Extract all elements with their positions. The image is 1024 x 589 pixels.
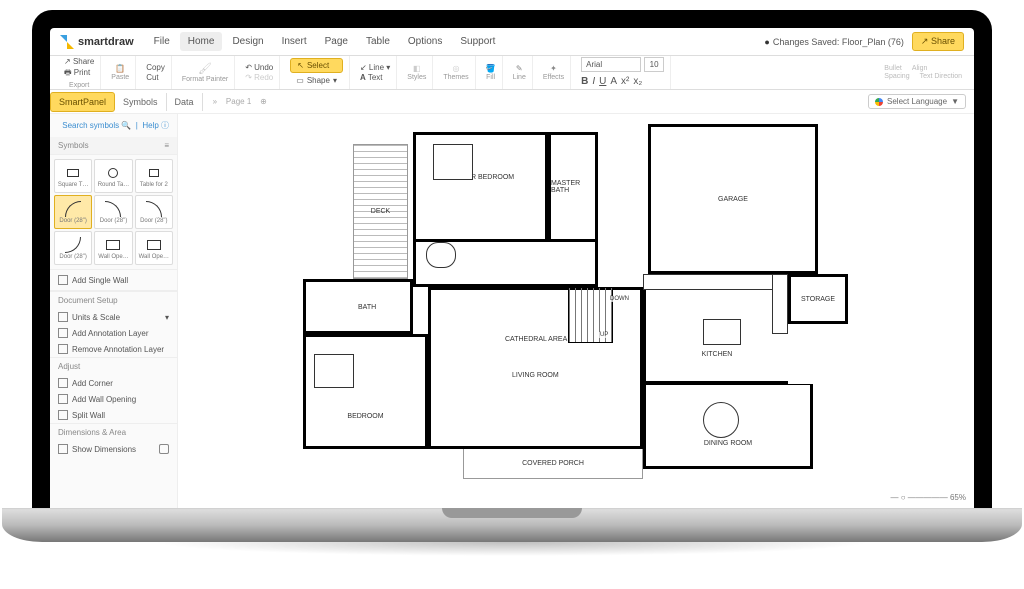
symbols-header: Symbols≡ <box>50 137 177 155</box>
symbol-square-table[interactable]: Square T… <box>54 159 92 193</box>
add-corner[interactable]: Add Corner <box>50 375 177 391</box>
drawing-canvas[interactable]: DECK MASTER BEDROOM MASTER BATH GARAGE S… <box>178 114 974 508</box>
tab-symbols[interactable]: Symbols <box>115 93 167 111</box>
ribbon-toolbar: ↗ Share 🖶 Print Export 📋 Paste CopyCut 🖌… <box>50 56 974 90</box>
ribbon-undo-redo: ↶ Undo ↷ Redo <box>239 56 280 89</box>
panel-tabs: SmartPanel Symbols Data » Page 1 ⊕ Selec… <box>50 90 974 114</box>
room-deck[interactable]: DECK <box>353 144 408 279</box>
master-bed-furniture[interactable] <box>433 144 473 180</box>
ribbon-styles[interactable]: ◧Styles <box>401 56 433 89</box>
logo-icon <box>60 35 74 49</box>
menu-page[interactable]: Page <box>317 32 356 51</box>
line-tool[interactable]: ↙ Line ▾ <box>360 63 390 72</box>
app-window: smartdraw File Home Design Insert Page T… <box>50 28 974 508</box>
font-name[interactable]: Arial <box>581 57 641 72</box>
language-selector[interactable]: Select Language ▼ <box>868 94 966 109</box>
menu-table[interactable]: Table <box>358 32 398 51</box>
ribbon-effects[interactable]: ✦Effects <box>537 56 571 89</box>
tab-data[interactable]: Data <box>167 93 203 111</box>
room-storage[interactable]: STORAGE <box>788 274 848 324</box>
split-wall[interactable]: Split Wall <box>50 407 177 423</box>
room-bedroom[interactable]: BEDROOM <box>303 334 428 449</box>
export-print[interactable]: 🖶 Print <box>64 67 94 81</box>
tab-smartpanel[interactable]: SmartPanel <box>50 92 115 112</box>
kitchen-counter-top[interactable] <box>643 274 788 290</box>
symbol-table2[interactable]: Table for 2 <box>135 159 173 193</box>
menu-design[interactable]: Design <box>224 32 271 51</box>
ribbon-clipboard: 📋 Paste <box>105 56 136 89</box>
menu-home[interactable]: Home <box>180 32 223 51</box>
underline-button[interactable]: U <box>599 76 606 87</box>
dining-table[interactable] <box>703 402 739 438</box>
undo-button[interactable]: ↶ Undo <box>245 63 273 72</box>
symbol-door-4[interactable]: Door (28") <box>54 231 92 265</box>
ribbon-format-painter[interactable]: 🖌 Format Painter <box>176 56 235 89</box>
add-wall-opening[interactable]: Add Wall Opening <box>50 391 177 407</box>
symbol-door-3[interactable]: Door (28") <box>135 195 173 229</box>
room-garage[interactable]: GARAGE <box>648 124 818 274</box>
ribbon-paragraph: BulletAlign SpacingText Direction <box>884 65 966 80</box>
ribbon-line-style[interactable]: ✎Line <box>507 56 533 89</box>
bold-button[interactable]: B <box>581 76 588 87</box>
symbols-grid: Square T… Round Ta… Table for 2 Door (28… <box>50 155 177 269</box>
show-dimensions[interactable]: Show Dimensions <box>50 441 177 457</box>
subscript[interactable]: x₂ <box>633 76 642 87</box>
adjust-head: Adjust <box>50 357 177 375</box>
symbols-menu-icon[interactable]: ≡ <box>164 141 169 150</box>
floor-plan[interactable]: DECK MASTER BEDROOM MASTER BATH GARAGE S… <box>248 124 888 504</box>
add-single-wall[interactable]: Add Single Wall <box>50 269 177 291</box>
menu-support[interactable]: Support <box>452 32 503 51</box>
symbol-wallopen-2[interactable]: Wall Ope… <box>135 231 173 265</box>
symbol-door-2[interactable]: Door (28") <box>94 195 132 229</box>
menu-insert[interactable]: Insert <box>274 32 315 51</box>
paste-button[interactable]: 📋 <box>115 64 125 73</box>
export-share[interactable]: ↗ Share <box>64 57 94 66</box>
font-size[interactable]: 10 <box>644 57 664 72</box>
menu-options[interactable]: Options <box>400 32 450 51</box>
sidebar: Search symbols 🔍 | Help ⓘ Symbols≡ Squar… <box>50 114 178 508</box>
help-link[interactable]: Help ⓘ <box>142 121 169 130</box>
add-annotation[interactable]: Add Annotation Layer <box>50 325 177 341</box>
google-icon <box>875 98 883 106</box>
save-status: Changes Saved: Floor_Plan (76) <box>764 37 904 47</box>
room-master-bath[interactable]: MASTER BATH <box>548 132 598 242</box>
share-button[interactable]: ↗ Share <box>912 32 964 51</box>
sidebar-links: Search symbols 🔍 | Help ⓘ <box>50 114 177 137</box>
ribbon-fill[interactable]: 🪣Fill <box>480 56 503 89</box>
workspace: Search symbols 🔍 | Help ⓘ Symbols≡ Squar… <box>50 114 974 508</box>
select-tool[interactable]: ↖ Select <box>290 58 343 73</box>
dims-head: Dimensions & Area <box>50 423 177 441</box>
brand-logo[interactable]: smartdraw <box>60 35 134 49</box>
ribbon-font: Arial 10 B I U A x² x₂ <box>575 56 671 89</box>
bedroom-bed[interactable] <box>314 354 354 388</box>
shape-tool[interactable]: ▭ Shape ▾ <box>290 74 343 87</box>
ribbon-themes[interactable]: ◎Themes <box>437 56 475 89</box>
ribbon-copy-cut: CopyCut <box>140 56 172 89</box>
page-indicator: » Page 1 ⊕ <box>213 97 267 106</box>
font-color[interactable]: A <box>610 76 617 87</box>
menu-file[interactable]: File <box>146 32 178 51</box>
superscript[interactable]: x² <box>621 76 629 87</box>
ribbon-select-shape: ↖ Select ▭ Shape ▾ <box>284 56 350 89</box>
doc-setup-head: Document Setup <box>50 291 177 309</box>
zoom-level[interactable]: — ○ ————— 65% <box>890 493 966 502</box>
text-tool[interactable]: A Text <box>360 73 390 82</box>
symbol-round-table[interactable]: Round Ta… <box>94 159 132 193</box>
ribbon-export-group: ↗ Share 🖶 Print Export <box>58 56 101 89</box>
kitchen-counter-right[interactable] <box>772 274 788 334</box>
search-symbols-link[interactable]: Search symbols 🔍 <box>62 121 131 130</box>
kitchen-island[interactable] <box>703 319 741 345</box>
topbar: smartdraw File Home Design Insert Page T… <box>50 28 974 56</box>
redo-button[interactable]: ↷ Redo <box>245 73 273 82</box>
units-scale[interactable]: Units & Scale▾ <box>50 309 177 325</box>
ribbon-line-text: ↙ Line ▾ A Text <box>354 56 397 89</box>
main-menu: File Home Design Insert Page Table Optio… <box>146 32 504 51</box>
tub[interactable] <box>426 242 456 268</box>
remove-annotation[interactable]: Remove Annotation Layer <box>50 341 177 357</box>
symbol-wallopen-1[interactable]: Wall Ope… <box>94 231 132 265</box>
italic-button[interactable]: I <box>592 76 595 87</box>
room-porch[interactable]: COVERED PORCH <box>463 449 643 479</box>
symbol-door-sel[interactable]: Door (28") <box>54 195 92 229</box>
brand-name: smartdraw <box>78 36 134 48</box>
